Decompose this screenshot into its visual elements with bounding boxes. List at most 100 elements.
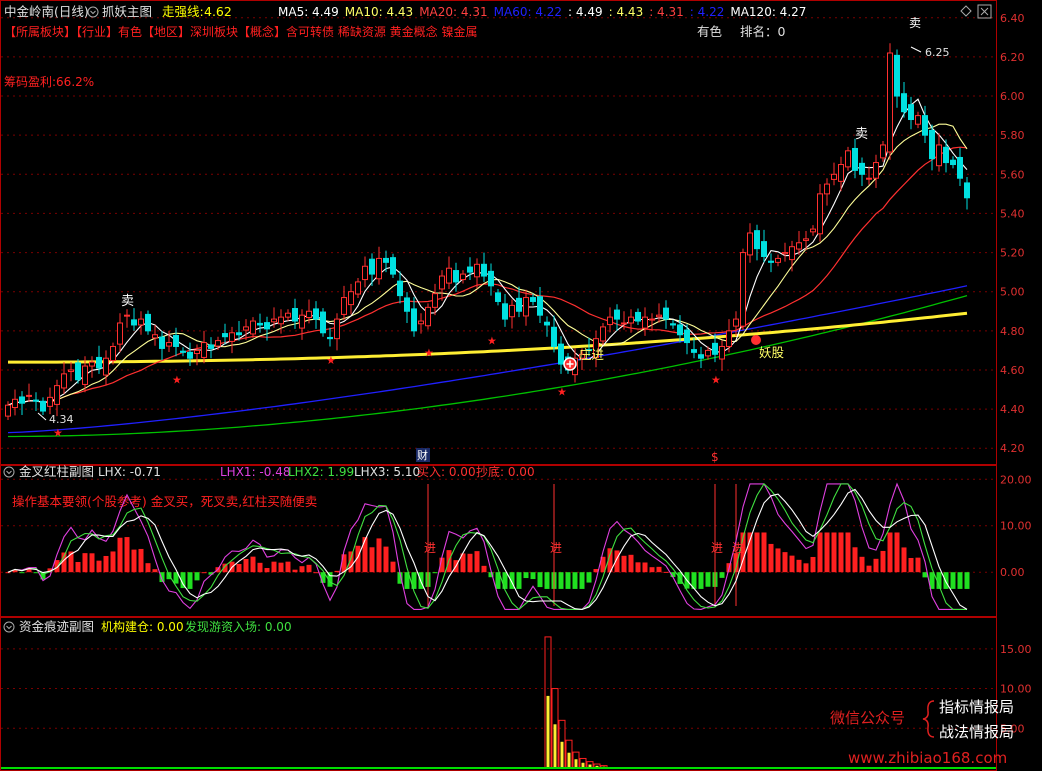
indicator-name[interactable]: 抓妖主图 <box>102 4 152 19</box>
buy-star-icon: ★ <box>487 335 497 348</box>
candle-body <box>614 309 620 320</box>
candle-body <box>173 335 179 347</box>
histogram-bar <box>362 537 368 573</box>
candle-body <box>138 318 144 326</box>
candle-body <box>474 263 480 278</box>
yao-icon <box>751 335 761 345</box>
fund-bar-fill <box>546 695 550 768</box>
histogram-bar <box>859 556 865 573</box>
candle-body <box>61 373 67 389</box>
sub1-title[interactable]: 金叉红柱副图 <box>19 464 94 479</box>
candle-body <box>922 115 928 136</box>
candle-body <box>313 308 319 320</box>
collapse-icon[interactable] <box>87 6 99 18</box>
cai-label: 财 <box>417 448 428 462</box>
candle-body <box>334 318 340 340</box>
candlesticks <box>5 43 970 421</box>
candle-body <box>117 322 123 345</box>
candle-body <box>467 266 473 273</box>
histogram-bar <box>481 565 487 573</box>
stock-chart[interactable]: ★ ★ ★ ★ ★ ★ ★ 中金岭南(日线) 抓妖主图 走强线: 4.62 MA5: 4.4… <box>0 0 1042 771</box>
y-tick-label: 10.00 <box>1000 683 1032 696</box>
histogram-bar <box>754 532 760 573</box>
candle-body <box>320 311 326 334</box>
candle-body <box>516 297 522 312</box>
candle-body <box>201 342 207 358</box>
candle-body <box>194 349 200 355</box>
histogram-bar <box>285 561 291 573</box>
histogram-bar <box>432 572 438 574</box>
histogram-bar <box>313 572 319 574</box>
histogram-bar <box>894 532 900 573</box>
candle-body <box>873 162 879 179</box>
histogram-bar <box>810 556 816 573</box>
histogram-bar <box>908 557 914 573</box>
candle-body <box>166 342 172 347</box>
histogram-bar <box>887 532 893 573</box>
histogram-bar <box>299 566 305 573</box>
close-icon[interactable] <box>977 4 992 19</box>
candle-body <box>621 322 627 325</box>
sub2-title[interactable]: 资金痕迹副图 <box>19 619 94 634</box>
candle-body <box>5 404 11 417</box>
histogram-bar <box>271 561 277 573</box>
candle-body <box>509 304 515 318</box>
candle-body <box>663 307 669 320</box>
candle-body <box>656 314 662 318</box>
dip-value: 抄底: 0.00 <box>476 464 535 479</box>
industry-label: 有色 <box>697 24 723 39</box>
histogram-bar <box>383 546 389 573</box>
histogram-bar <box>5 572 11 574</box>
jg-value: 机构建仓: 0.00 <box>101 619 184 634</box>
main-header: 中金岭南(日线) 抓妖主图 走强线: 4.62 MA5: 4.49 MA10: 4… <box>4 4 992 89</box>
histogram-bar <box>250 556 256 573</box>
buy-stars: ★ ★ ★ ★ ★ ★ ★ <box>53 335 721 440</box>
y-tick-label: 5.60 <box>1000 168 1025 181</box>
stock-name[interactable]: 中金岭南(日线) <box>4 4 89 19</box>
candle-body <box>376 257 382 280</box>
candle-body <box>551 326 557 347</box>
candle-body <box>530 297 536 302</box>
candle-body <box>250 320 256 335</box>
histogram-bar <box>698 572 704 589</box>
histogram-bar <box>82 553 88 573</box>
jin-labels: 进进进进 <box>424 541 744 555</box>
candle-body <box>691 349 697 353</box>
sub1-collapse-icon[interactable] <box>3 466 15 478</box>
candle-body <box>859 162 865 175</box>
histogram-bar <box>649 567 655 573</box>
candle-body <box>446 267 452 284</box>
concept-line: 【所属板块】【行业】有色【地区】深圳板块【概念】含可转债 稀缺资源 黄金概念 镍… <box>4 24 477 39</box>
histogram-bar <box>145 563 151 573</box>
candle-body <box>705 349 711 357</box>
candle-body <box>495 292 501 302</box>
candle-body <box>894 54 900 97</box>
lhx1-value: LHX1: -0.48 <box>220 465 290 479</box>
histogram-bar <box>635 562 641 573</box>
main-panel-frame <box>0 0 997 465</box>
sub2-collapse-icon[interactable] <box>3 621 15 633</box>
chip-profit: 筹码盈利:66.2% <box>4 75 94 89</box>
buy-star-icon: ★ <box>711 374 721 387</box>
candle-body <box>838 164 844 182</box>
candle-body <box>712 342 718 355</box>
settings-diamond-icon[interactable] <box>960 5 972 17</box>
candle-body <box>733 318 739 327</box>
candle-body <box>544 321 550 326</box>
fx-value: 发现游资入场: 0.00 <box>185 619 292 634</box>
jin-label: 进 <box>424 541 436 555</box>
histogram-bar <box>96 560 102 573</box>
histogram-bar <box>236 563 242 573</box>
candle-body <box>698 354 704 359</box>
candle-body <box>82 365 88 385</box>
ma60-line <box>7 285 968 434</box>
buy-star-icon: ★ <box>557 385 567 398</box>
histogram-bar <box>306 564 312 573</box>
candle-body <box>278 316 284 325</box>
candle-body <box>768 260 774 263</box>
histogram-bar <box>369 547 375 573</box>
histogram-bar <box>586 572 592 583</box>
candle-body <box>390 257 396 275</box>
brand-line-2: 战法情报局 <box>939 723 1014 741</box>
buy-star-icon: ★ <box>326 354 336 367</box>
